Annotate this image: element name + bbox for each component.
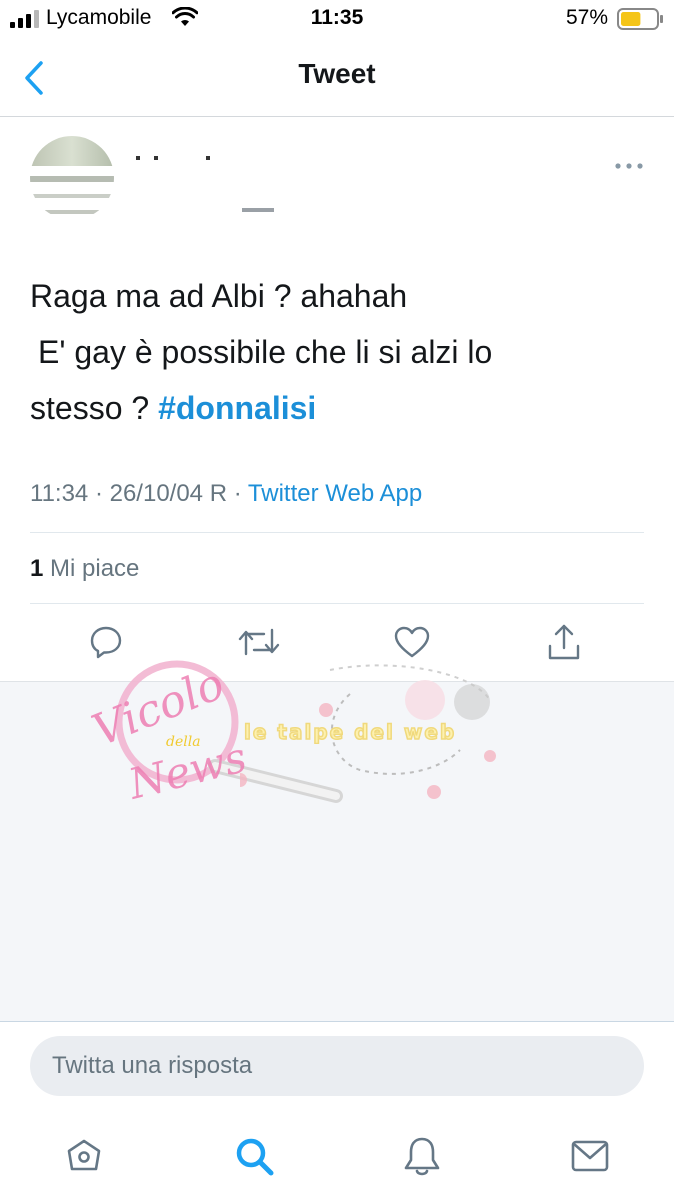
watermark-talpe-del-web: le talpe del web	[240, 660, 510, 810]
retweet-icon[interactable]	[238, 626, 280, 658]
tweet-meta: 11:34 · 26/10/04 R · Twitter Web App	[30, 480, 422, 508]
tweet-text: Raga ma ad Albi ? ahahah E' gay è possib…	[30, 268, 650, 436]
search-icon[interactable]	[234, 1136, 276, 1178]
likes-count: 1	[30, 555, 44, 582]
tweet-line: Raga ma ad Albi ? ahahah	[30, 278, 408, 314]
hashtag-link[interactable]: #donnalisi	[158, 390, 316, 426]
likes-label: Mi piace	[50, 555, 140, 582]
divider	[30, 532, 644, 533]
avatar[interactable]	[30, 136, 114, 220]
tweet-timestamp: 11:34 · 26/10/04 R ·	[30, 480, 248, 507]
notifications-icon[interactable]	[402, 1134, 442, 1178]
tweet-line: E' gay è possibile che li si alzi lo	[30, 324, 650, 380]
tweet-source-link[interactable]: Twitter Web App	[248, 480, 422, 507]
author-name-redacted	[136, 156, 226, 162]
more-icon[interactable]	[614, 161, 644, 171]
share-icon[interactable]	[546, 622, 582, 662]
battery-percent: 57%	[566, 6, 609, 29]
watermark-text: le talpe del web	[243, 719, 457, 745]
likes-summary[interactable]: 1 Mi piace	[30, 555, 139, 583]
messages-icon[interactable]	[570, 1138, 610, 1174]
author-handle-redacted	[242, 208, 274, 212]
reply-icon[interactable]	[88, 624, 124, 660]
home-icon[interactable]	[64, 1136, 104, 1176]
navigation-bar: Tweet	[0, 40, 674, 117]
tweet-line-text: stesso ?	[30, 390, 159, 426]
status-bar: Lycamobile 11:35 57%	[0, 0, 674, 40]
page-title: Tweet	[298, 58, 376, 89]
tweet-line-text: E' gay è possibile che li si alzi lo	[38, 334, 493, 370]
like-icon[interactable]	[393, 625, 431, 659]
battery-icon	[617, 8, 663, 30]
reply-input[interactable]	[30, 1036, 644, 1096]
divider	[30, 603, 644, 604]
tweet-line: stesso ? #donnalisi	[30, 380, 650, 436]
